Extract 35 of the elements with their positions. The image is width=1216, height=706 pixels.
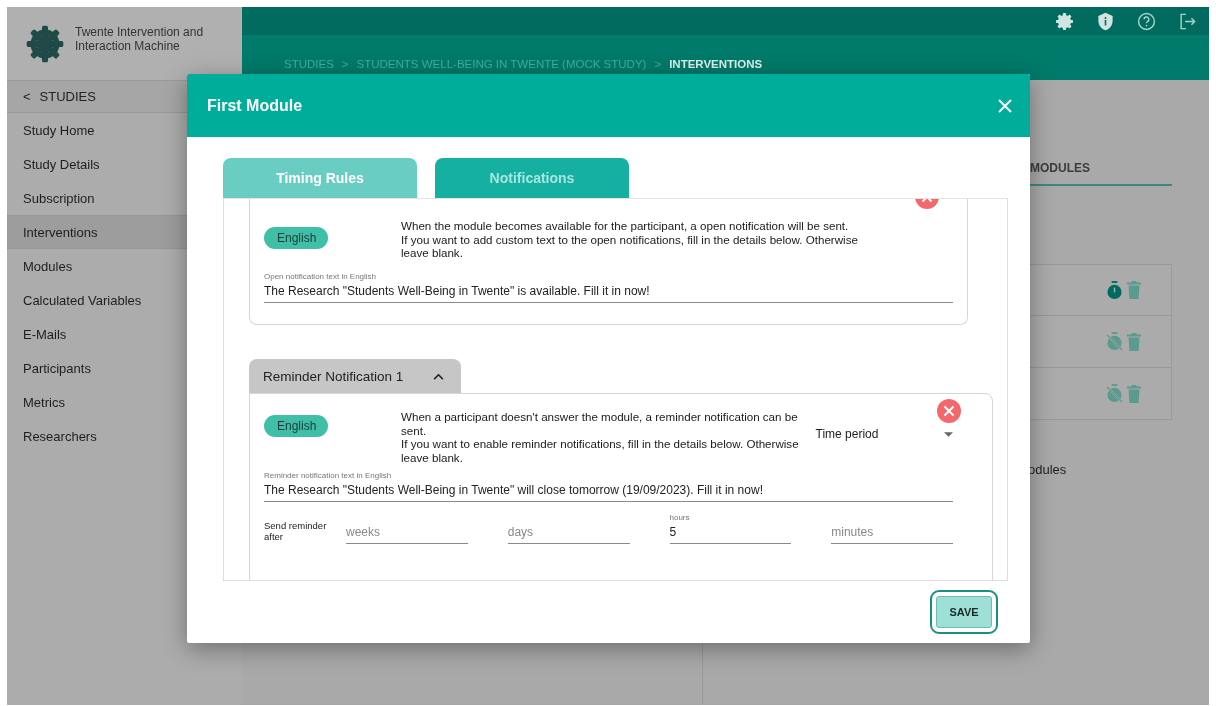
timer-icon[interactable] <box>1106 280 1123 300</box>
field-label: Open notification text in English <box>264 271 378 281</box>
field-label: hours <box>669 513 691 522</box>
open-notification-description: When the module becomes available for the participant, a open notification will be sent. If you want to add custom text to the open notifications, fill in the details below. Otherwise leave blank. <box>401 219 859 260</box>
modules-text: odules <box>1028 462 1067 477</box>
reminder-description: When a participant doesn't answer the module, a reminder notification can be sent. If you want to enable reminder notifications, fill in the details below. Otherwise leave blank. <box>401 410 800 464</box>
send-reminder-label: Send reminder after <box>264 520 328 544</box>
caret-icon <box>944 431 953 437</box>
trash-icon[interactable] <box>1127 384 1141 403</box>
help-icon[interactable] <box>1137 11 1156 31</box>
timer-off-icon[interactable] <box>1106 384 1123 403</box>
settings-icon <box>1055 11 1074 31</box>
breadcrumb-separator: > <box>654 57 662 70</box>
breadcrumb-separator: > <box>341 57 349 70</box>
reminder-header-tab[interactable]: Reminder Notification 1 <box>249 359 461 393</box>
shield-icon[interactable] <box>1096 11 1115 31</box>
timer-off-icon[interactable] <box>1106 332 1123 351</box>
field-label: Reminder notification text in English <box>264 471 393 480</box>
time-period-select[interactable]: Time period <box>815 427 953 441</box>
duration-field[interactable]: days <box>507 525 630 539</box>
logout-icon[interactable] <box>1178 11 1197 31</box>
logo-gear-icon <box>25 23 65 64</box>
duration-field[interactable]: minutes <box>831 525 953 539</box>
reminder-text-field[interactable]: The Research "Students Well-Being in Twente" will close tomorrow (19/09/2023). Fill it in now! <box>264 483 953 497</box>
duration-field[interactable]: 5 <box>669 525 792 539</box>
close-icon[interactable] <box>998 98 1012 113</box>
language-chip: English <box>264 415 328 437</box>
language-chip: English <box>264 227 328 249</box>
trash-icon[interactable] <box>1127 281 1141 299</box>
trash-icon[interactable] <box>1127 332 1141 351</box>
duration-field[interactable]: weeks <box>346 525 468 539</box>
remove-icon[interactable] <box>937 399 961 423</box>
app-title: Twente Intervention and Interaction Machine <box>75 24 205 53</box>
open-notification-text-field[interactable]: The Research "Students Well-Being in Twente" is available. Fill it in now! <box>264 283 953 298</box>
breadcrumb-link[interactable]: INTERVENTIONS <box>669 57 763 70</box>
